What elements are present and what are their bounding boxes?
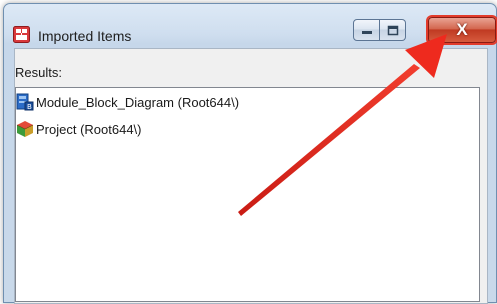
- list-item[interactable]: Project (Root644\): [16, 119, 142, 139]
- minimize-icon: [361, 31, 372, 34]
- block-diagram-icon: B: [16, 93, 34, 111]
- list-item-label: Module_Block_Diagram (Root644\): [36, 94, 240, 110]
- close-icon: X: [456, 20, 468, 39]
- project-cube-icon: [16, 120, 34, 138]
- close-button[interactable]: X: [428, 17, 496, 43]
- maximize-button[interactable]: [380, 19, 406, 41]
- results-label: Results:: [15, 65, 62, 80]
- svg-text:B: B: [27, 103, 32, 111]
- title-bar[interactable]: Imported Items X: [4, 4, 496, 44]
- minimize-button[interactable]: [353, 19, 380, 41]
- list-item-label: Project (Root644\): [36, 121, 142, 137]
- app-icon: [13, 26, 30, 43]
- maximize-icon: [387, 25, 398, 35]
- list-item[interactable]: B Module_Block_Diagram (Root644\): [16, 92, 239, 112]
- window-title: Imported Items: [38, 28, 132, 44]
